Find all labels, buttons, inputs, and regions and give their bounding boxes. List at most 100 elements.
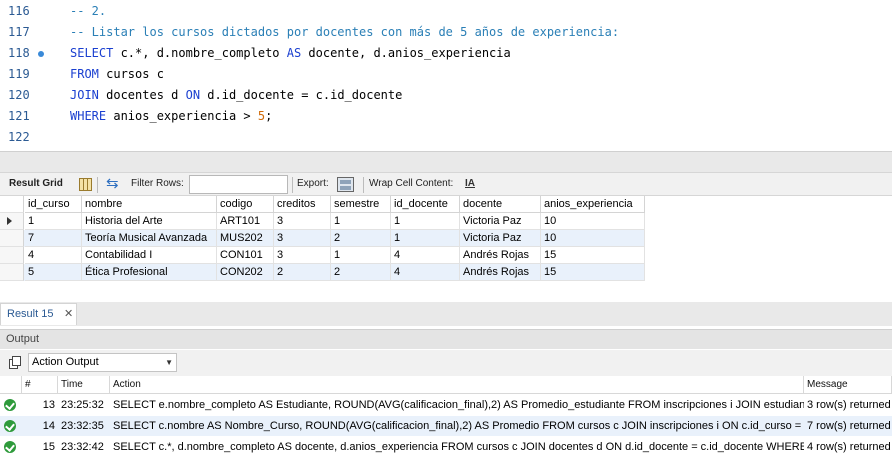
toolbar-separator (292, 177, 293, 193)
output-time: 23:25:32 (61, 399, 104, 411)
sql-keyword: AS (286, 46, 302, 60)
output-row[interactable]: 15 23:32:42 SELECT c.*, d.nombre_completo … (0, 437, 892, 457)
output-title: Output (6, 333, 40, 345)
grid-view-icon[interactable] (79, 178, 92, 191)
result-tab[interactable]: Result 15 ✕ (0, 303, 77, 325)
sql-keyword: SELECT (70, 46, 114, 60)
output-column-header[interactable]: Message (804, 376, 892, 394)
line-number: 121 (8, 109, 30, 123)
output-toolbar: Action Output ▼ (0, 350, 892, 376)
grid-cell[interactable]: ART101 (217, 213, 274, 230)
grid-cell[interactable]: 7 (25, 230, 82, 247)
output-time: 23:32:35 (61, 420, 104, 432)
grid-cell[interactable]: Contabilidad I (82, 247, 217, 264)
output-message: 7 row(s) returned (807, 420, 891, 432)
output-action: SELECT c.*, d.nombre_completo AS docente… (113, 441, 804, 453)
column-header-nombre[interactable]: nombre (82, 196, 217, 213)
wrap-cell-icon[interactable]: IA (465, 178, 475, 190)
statement-marker-icon[interactable] (38, 51, 44, 57)
code-text: SELECT c.*, d.nombre_completo AS docente… (70, 43, 511, 64)
sql-text: c.*, d.nombre_completo (113, 46, 287, 60)
grid-cell[interactable]: 2 (331, 264, 391, 281)
grid-cell[interactable]: 1 (331, 247, 391, 264)
column-header-id_docente[interactable]: id_docente (391, 196, 460, 213)
copy-icon[interactable] (9, 356, 22, 369)
grid-cell[interactable]: Andrés Rojas (460, 247, 541, 264)
table-row[interactable]: 4 Contabilidad I CON101 3 1 4 Andrés Rojas 15 (0, 247, 645, 264)
table-row[interactable]: 7 Teoría Musical Avanzada MUS202 3 2 1 Victori… (0, 230, 645, 247)
export-label: Export: (297, 178, 329, 189)
code-text: -- 2. (70, 1, 106, 22)
grid-cell[interactable]: 15 (541, 264, 645, 281)
line-number: 119 (8, 67, 30, 81)
grid-cell[interactable]: 4 (391, 264, 460, 281)
column-header-codigo[interactable]: codigo (217, 196, 274, 213)
grid-cell[interactable]: Victoria Paz (460, 213, 541, 230)
toolbar-separator (97, 177, 98, 193)
grid-cell[interactable]: 4 (25, 247, 82, 264)
grid-cell[interactable]: 4 (391, 247, 460, 264)
grid-cell[interactable]: 5 (25, 264, 82, 281)
code-line: 122 (0, 127, 892, 148)
grid-cell[interactable]: 1 (391, 213, 460, 230)
refresh-icon[interactable]: ⇆ (106, 176, 119, 191)
output-action: SELECT e.nombre_completo AS Estudiante, … (113, 399, 804, 411)
filter-rows-input[interactable] (189, 175, 288, 194)
wrap-cell-label: Wrap Cell Content: (369, 178, 454, 189)
grid-cell[interactable]: 1 (391, 230, 460, 247)
column-header-anios_experiencia[interactable]: anios_experiencia (541, 196, 645, 213)
grid-cell[interactable]: 10 (541, 213, 645, 230)
code-line: 116 -- 2. (0, 1, 892, 22)
output-column-header[interactable]: # (22, 376, 58, 394)
grid-cell[interactable]: Ética Profesional (82, 264, 217, 281)
result-grid-tab[interactable]: Result Grid (9, 178, 63, 190)
grid-cell[interactable]: 3 (274, 247, 331, 264)
code-line: 119 FROM cursos c (0, 64, 892, 85)
toolbar-separator (363, 177, 364, 193)
column-header-id_curso[interactable]: id_curso (25, 196, 82, 213)
column-header-semestre[interactable]: semestre (331, 196, 391, 213)
grid-cell[interactable]: 3 (274, 230, 331, 247)
output-message: 3 row(s) returned (807, 399, 891, 411)
output-column-header[interactable]: Action (110, 376, 804, 394)
table-row[interactable]: 5 Ética Profesional CON202 2 2 4 Andrés Rojas 1… (0, 264, 645, 281)
grid-cell[interactable]: 1 (331, 213, 391, 230)
grid-cell[interactable]: 15 (541, 247, 645, 264)
row-marker[interactable] (0, 264, 24, 281)
output-table[interactable]: # Time Action Message 13 23:25:32 SELECT e.nom… (0, 376, 892, 468)
grid-cell[interactable]: Andrés Rojas (460, 264, 541, 281)
grid-cell[interactable]: 3 (274, 213, 331, 230)
table-row[interactable]: 1 Historia del Arte ART101 3 1 1 Victoria Paz 1… (0, 213, 645, 230)
output-row-number: 13 (42, 399, 55, 411)
grid-cell[interactable]: CON202 (217, 264, 274, 281)
output-status-header (0, 376, 22, 394)
output-type-select[interactable]: Action Output ▼ (28, 353, 177, 372)
column-header-docente[interactable]: docente (460, 196, 541, 213)
grid-cell[interactable]: Historia del Arte (82, 213, 217, 230)
row-marker[interactable] (0, 247, 24, 264)
output-row[interactable]: 13 23:25:32 SELECT e.nombre_completo AS Es… (0, 395, 892, 415)
column-header-creditos[interactable]: creditos (274, 196, 331, 213)
output-select-value: Action Output (32, 356, 99, 368)
grid-cell[interactable]: 1 (25, 213, 82, 230)
close-icon[interactable]: ✕ (64, 304, 73, 324)
sql-text: cursos c (98, 67, 164, 81)
grid-cell[interactable]: 2 (331, 230, 391, 247)
grid-cell[interactable]: MUS202 (217, 230, 274, 247)
row-marker[interactable] (0, 230, 24, 247)
current-row-arrow-icon[interactable] (0, 213, 24, 230)
output-row[interactable]: 14 23:32:35 SELECT c.nombre AS Nombre_Curs… (0, 416, 892, 436)
grid-cell[interactable]: Teoría Musical Avanzada (82, 230, 217, 247)
output-column-header[interactable]: Time (58, 376, 110, 394)
export-icon[interactable] (337, 177, 354, 192)
result-grid[interactable]: id_curso nombre codigo creditos semestre id_d… (0, 196, 892, 302)
output-panel-header: Output (0, 329, 892, 349)
code-text: -- Listar los cursos dictados por docent… (70, 22, 619, 43)
grid-cell[interactable]: CON101 (217, 247, 274, 264)
grid-cell[interactable]: Victoria Paz (460, 230, 541, 247)
code-line: 117 -- Listar los cursos dictados por doc… (0, 22, 892, 43)
grid-cell[interactable]: 2 (274, 264, 331, 281)
grid-cell[interactable]: 10 (541, 230, 645, 247)
sql-editor[interactable]: 116 -- 2. 117 -- Listar los cursos dictados… (0, 0, 892, 151)
chevron-down-icon: ▼ (165, 358, 173, 367)
